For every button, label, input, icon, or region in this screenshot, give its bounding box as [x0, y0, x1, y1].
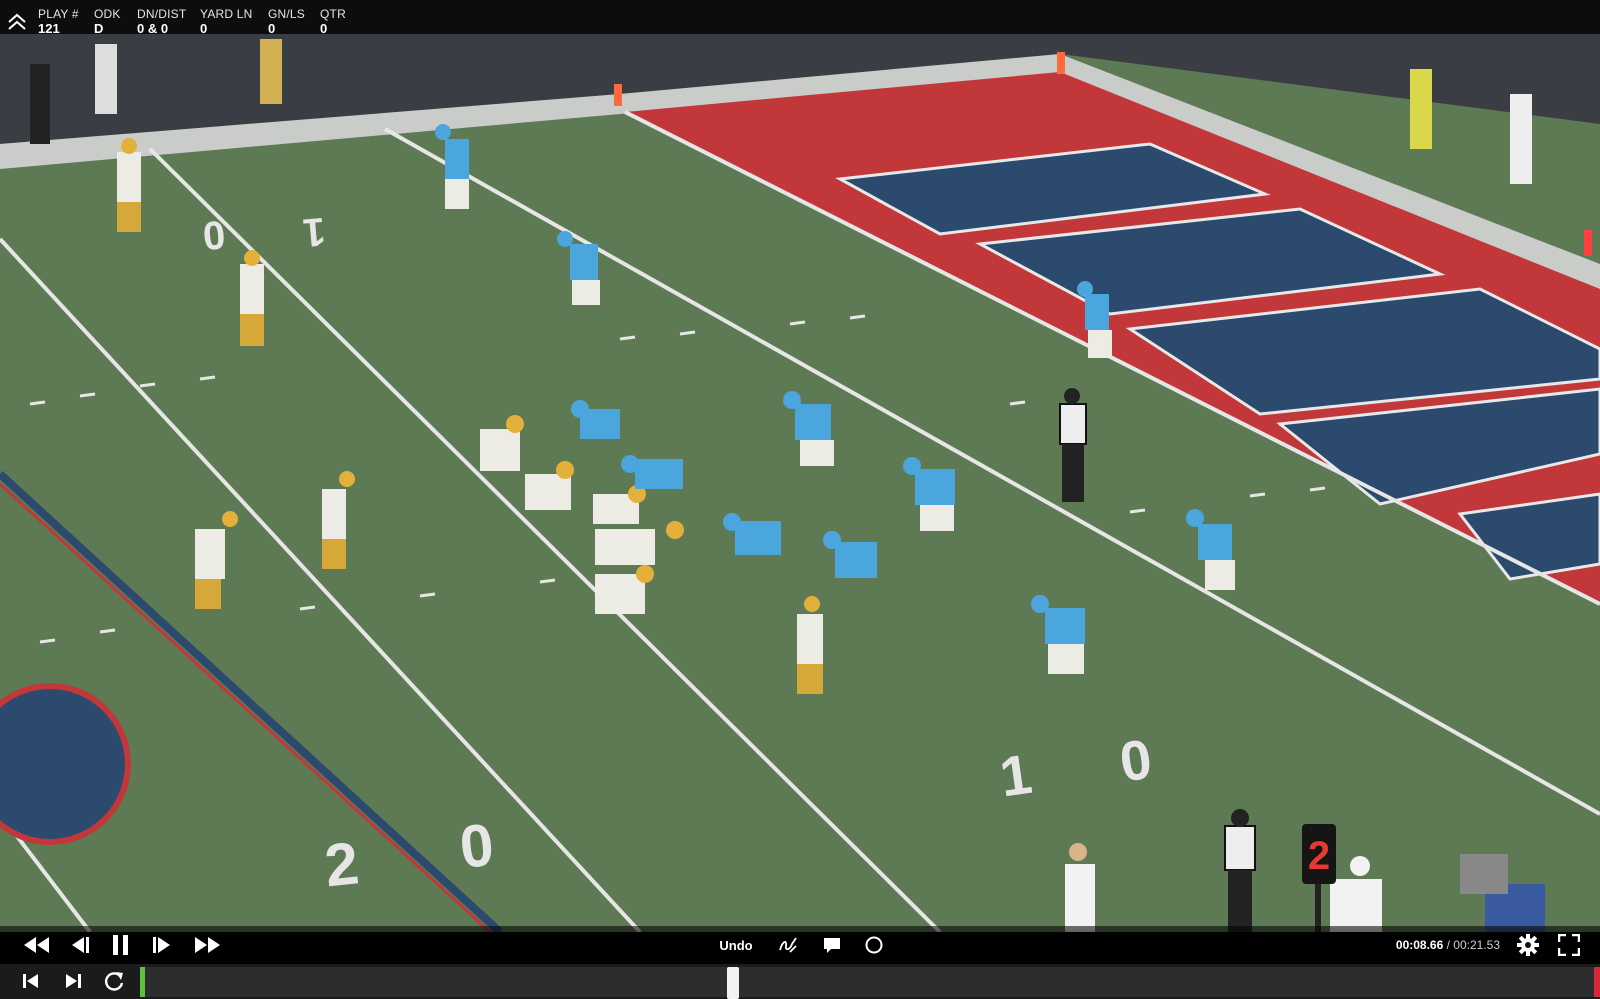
fullscreen-icon [1558, 934, 1580, 956]
total-time: 00:21.53 [1453, 938, 1500, 952]
pylon [1057, 52, 1065, 74]
rewind-button[interactable] [22, 932, 52, 958]
replay-icon [105, 972, 124, 991]
down-marker-number: 2 [1308, 834, 1330, 878]
timeline-end-marker [1594, 967, 1600, 997]
info-quarter: QTR 0 [320, 7, 346, 36]
fast-forward-icon [195, 937, 220, 953]
step-back-icon [72, 937, 89, 953]
referee [1224, 809, 1256, 932]
previous-clip-button[interactable] [18, 968, 44, 994]
football-field-scene: 0 1 1 0 2 0 2 [0, 34, 1600, 932]
pylon [1584, 230, 1592, 256]
info-label: GN/LS [268, 7, 306, 21]
skip-previous-icon [23, 974, 38, 988]
info-odk: ODK D [94, 7, 121, 36]
comment-icon [824, 938, 840, 953]
info-value: D [94, 21, 104, 36]
pause-button[interactable] [108, 932, 134, 958]
info-play-number: PLAY # 121 [38, 7, 79, 36]
circle-icon [865, 936, 883, 954]
timeline-playhead[interactable] [727, 967, 739, 999]
pylon [614, 84, 622, 106]
next-clip-button[interactable] [60, 968, 86, 994]
replay-button[interactable] [101, 968, 127, 994]
timeline-scrubber[interactable] [140, 967, 1600, 999]
yard-number-twenty-zero: 0 [457, 811, 497, 881]
player-away [240, 250, 264, 346]
info-value: 0 & 0 [137, 21, 169, 36]
info-value: 0 [320, 21, 328, 36]
info-value: 121 [38, 21, 60, 36]
playlist-bar [0, 964, 1600, 999]
undo-button[interactable]: Undo [716, 932, 756, 958]
comment-button[interactable] [820, 932, 844, 958]
field-logo [0, 683, 131, 845]
timeline-start-marker [140, 967, 145, 997]
info-yard-line: YARD LN 0 [200, 7, 253, 36]
yard-number-far-zero: 0 [201, 212, 227, 258]
time-separator: / [1443, 938, 1454, 952]
gear-icon [1517, 934, 1539, 956]
play-info-bar: PLAY # 121 ODK D DN/DIST 0 & 0 YARD LN 0… [0, 0, 1600, 36]
info-value: 0 [200, 21, 208, 36]
time-display: 00:08.66 / 00:21.53 [1396, 938, 1500, 952]
info-down-distance: DN/DIST 0 & 0 [137, 7, 186, 36]
current-time: 00:08.66 [1395, 938, 1444, 952]
info-label: DN/DIST [137, 7, 187, 21]
info-value: 0 [268, 21, 276, 36]
undo-label: Undo [719, 937, 753, 953]
step-forward-button[interactable] [152, 932, 176, 958]
skip-next-icon [66, 974, 81, 988]
player-away [117, 138, 141, 232]
collapse-chevron-icon[interactable] [6, 12, 28, 32]
info-label: ODK [94, 7, 121, 21]
settings-button[interactable] [1515, 932, 1541, 958]
yard-number-far-one: 1 [301, 209, 327, 255]
pause-icon [113, 935, 128, 955]
fast-forward-button[interactable] [193, 932, 223, 958]
info-label: QTR [320, 7, 346, 21]
rewind-icon [24, 937, 49, 953]
circle-tool-button[interactable] [862, 932, 886, 958]
referee [1059, 388, 1087, 502]
info-label: PLAY # [38, 7, 79, 21]
draw-tool-button[interactable] [776, 932, 800, 958]
info-gain-loss: GN/LS 0 [268, 7, 305, 36]
info-label: YARD LN [200, 7, 253, 21]
video-frame[interactable]: 0 1 1 0 2 0 2 [0, 34, 1600, 932]
pen-draw-icon [779, 937, 797, 953]
step-back-button[interactable] [66, 932, 90, 958]
fullscreen-button[interactable] [1556, 932, 1582, 958]
step-forward-icon [153, 937, 170, 953]
yard-number-twenty-two: 2 [322, 829, 362, 899]
player-controls: Undo 00:08.66 / 00:21.53 [0, 926, 1600, 964]
